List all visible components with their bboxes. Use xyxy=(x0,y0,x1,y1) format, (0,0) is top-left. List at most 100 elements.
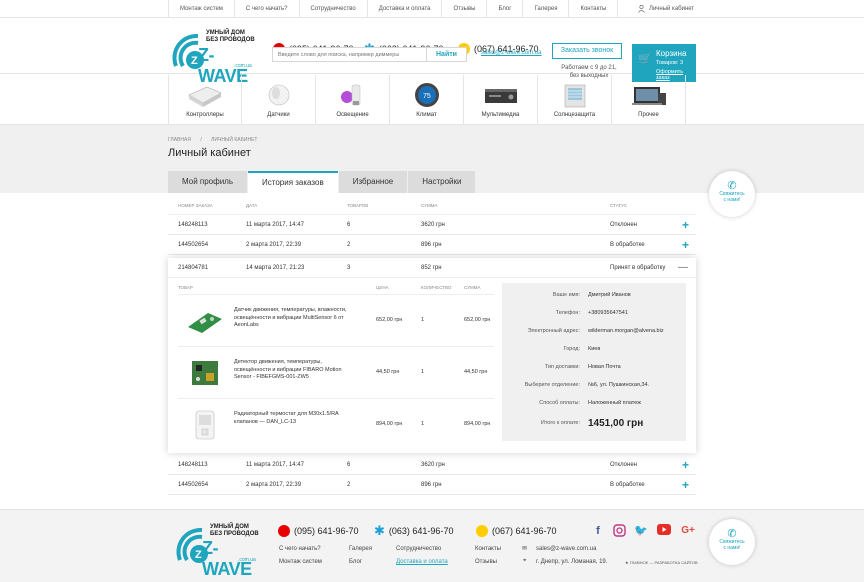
product-sum: 894,00 грн xyxy=(464,421,491,427)
product-sum: 44,50 грн xyxy=(464,369,488,375)
tab-order-history[interactable]: История заказов xyxy=(248,171,338,193)
category-sensors[interactable]: Датчики xyxy=(242,75,316,124)
top-link-blog[interactable]: Блог xyxy=(486,0,522,18)
category-lighting[interactable]: Освещение xyxy=(316,75,390,124)
top-link-partnership[interactable]: Сотрудничество xyxy=(298,0,367,18)
facebook-icon[interactable]: f xyxy=(591,524,605,538)
top-link-gallery[interactable]: Галерея xyxy=(522,0,568,18)
receiver-icon xyxy=(484,89,517,103)
product-name[interactable]: Детектор движения, температуры, освещённ… xyxy=(234,359,358,382)
contact-us-widget[interactable]: ✆ Свяжитесь с нами! xyxy=(709,171,755,217)
info-branch: Выберите отделение: №6, ул. Пушкинская,34… xyxy=(524,382,650,388)
info-email: Электронный адрес: wilderman.morgan@alven… xyxy=(527,328,664,334)
lifecell-icon xyxy=(476,525,488,537)
footer-link-blog[interactable]: Блог xyxy=(349,559,362,565)
top-link-delivery[interactable]: Доставка и оплата xyxy=(366,0,442,18)
footer-link-start[interactable]: С чего начать? xyxy=(279,546,321,552)
contact-us-widget[interactable]: ✆ Свяжитесь с нами! xyxy=(709,519,755,565)
collapse-icon[interactable]: — xyxy=(678,258,688,278)
footer-link-reviews[interactable]: Отзывы xyxy=(475,559,497,565)
location-icon: ⌖ xyxy=(523,558,527,564)
product-qty: 1 xyxy=(421,369,425,375)
twitter-icon[interactable]: 🐦 xyxy=(634,524,648,538)
callback-button[interactable]: Заказать звонок xyxy=(552,43,622,59)
search-input[interactable] xyxy=(273,48,426,61)
logo-tagline: УМНЫЙ ДОМ БЕЗ ПРОВОДОВ xyxy=(210,524,259,537)
product-image[interactable] xyxy=(184,357,226,389)
mail-icon: ✉ xyxy=(522,546,528,552)
developer-credit[interactable]: ★ ГЛАВНОЕ — РАЗРАБОТКА САЙТОВ xyxy=(625,560,698,565)
category-multimedia[interactable]: Мультимедиа xyxy=(464,75,538,124)
order-item: Радиаторный термостат для M30x1.5/RA кла… xyxy=(178,399,494,451)
footer-link-installation[interactable]: Монтаж систем xyxy=(279,559,322,565)
footer-phone-vodafone[interactable]: (095) 641-96-70 xyxy=(278,525,359,537)
vodafone-icon xyxy=(278,525,290,537)
expand-icon[interactable]: + xyxy=(682,455,689,475)
expand-icon[interactable]: + xyxy=(682,215,689,235)
footer-link-contacts[interactable]: Контакты xyxy=(475,546,501,552)
logo-domain: .com.ua xyxy=(238,557,256,563)
expand-icon[interactable]: + xyxy=(682,235,689,255)
user-icon xyxy=(638,5,645,13)
top-link-start[interactable]: С чего начать? xyxy=(233,0,299,18)
category-controllers[interactable]: Контроллеры xyxy=(168,75,242,124)
table-row[interactable]: 148248113 11 марта 2017, 14:47 6 3620 гр… xyxy=(168,215,696,235)
footer-logo[interactable]: Z УМНЫЙ ДОМ БЕЗ ПРОВОДОВ Z-WAVE .com.ua xyxy=(172,524,264,579)
account-link[interactable]: Личный кабинет xyxy=(638,0,694,18)
footer-phone-kyivstar[interactable]: ✱ (063) 641-96-70 xyxy=(374,524,453,537)
footer-link-delivery[interactable]: Доставка и оплата xyxy=(396,559,448,565)
search-button[interactable]: Найти xyxy=(426,48,466,61)
thermostat-icon: 75 xyxy=(414,83,439,107)
sensor-icon xyxy=(268,84,289,106)
logo[interactable]: Z УМНЫЙ ДОМ БЕЗ ПРОВОДОВ Z-WAVE .com.ua xyxy=(168,26,260,86)
category-other[interactable]: Прочее xyxy=(612,75,686,124)
top-link-contacts[interactable]: Контакты xyxy=(568,0,619,18)
footer-link-partnership[interactable]: Сотрудничество xyxy=(396,546,441,552)
google-plus-icon[interactable]: G+ xyxy=(681,524,695,538)
customer-info-panel: Ваше имя: Дмитрий Иванов Телефон: +3809356… xyxy=(502,283,686,441)
table-header: НОМЕР ЗАКАЗА ДАТА ТОВАРОВ СУММА СТАТУС xyxy=(168,203,696,215)
cart-title: Корзина xyxy=(656,49,687,58)
product-price: 652,00 грн xyxy=(376,317,403,323)
search-bar: Найти xyxy=(272,47,467,62)
product-name[interactable]: Радиаторный термостат для M30x1.5/RA кла… xyxy=(234,411,358,426)
tab-favorites[interactable]: Избранное xyxy=(338,171,408,193)
product-image[interactable] xyxy=(184,305,226,337)
svg-text:Z: Z xyxy=(191,55,198,67)
info-city: Город: Киев xyxy=(563,346,601,352)
category-sunprotection[interactable]: Солнцезащита xyxy=(538,75,612,124)
product-price: 44,50 грн xyxy=(376,369,400,375)
table-row[interactable]: 148248113 11 марта 2017, 14:47 6 3620 гр… xyxy=(168,455,696,475)
profile-tabs: Мой профиль История заказов Избранное На… xyxy=(168,171,476,193)
product-image[interactable] xyxy=(184,409,226,441)
product-sum: 652,00 грн xyxy=(464,317,491,323)
footer-email[interactable]: sales@z-wave.com.ua xyxy=(536,546,596,552)
page-title: Личный кабинет xyxy=(168,147,251,159)
items-header: ТОВАР ЦЕНА КОЛИЧЕСТВО СУММА xyxy=(178,283,494,295)
cart-count: Товаров: 3 xyxy=(656,60,684,66)
top-link-installation[interactable]: Монтаж систем xyxy=(168,0,234,18)
footer-address: г. Днепр, ул. Ломаная, 19. xyxy=(536,559,608,565)
tab-settings[interactable]: Настройки xyxy=(408,171,476,193)
product-name[interactable]: Датчик движения, температуры, влажности,… xyxy=(234,307,358,330)
info-name: Ваше имя: Дмитрий Иванов xyxy=(552,292,631,298)
header-email[interactable]: sales@z-wave.com.ua xyxy=(481,50,541,56)
expand-icon[interactable]: + xyxy=(682,475,689,495)
tab-profile[interactable]: Мой профиль xyxy=(168,171,248,193)
info-delivery: Тип доставки: Новая Почта xyxy=(544,364,621,370)
instagram-icon[interactable] xyxy=(612,524,626,538)
table-row[interactable]: 144502654 2 марта 2017, 22:39 2 896 грн … xyxy=(168,235,696,255)
youtube-icon[interactable] xyxy=(657,524,671,538)
category-climate[interactable]: 75 Климат xyxy=(390,75,464,124)
product-qty: 1 xyxy=(421,421,425,427)
order-item: Датчик движения, температуры, влажности,… xyxy=(178,295,494,347)
order-item: Детектор движения, температуры, освещённ… xyxy=(178,347,494,399)
table-row[interactable]: 144502654 2 марта 2017, 22:39 2 896 грн … xyxy=(168,475,696,495)
footer-link-gallery[interactable]: Галерея xyxy=(349,546,372,552)
devices-icon xyxy=(631,87,666,105)
table-row-expanded[interactable]: 214804781 14 марта 2017, 21:23 3 852 грн… xyxy=(168,258,696,278)
top-link-reviews[interactable]: Отзывы xyxy=(441,0,486,18)
breadcrumb-home[interactable]: ГЛАВНАЯ xyxy=(168,137,191,143)
footer-phone-lifecell[interactable]: (067) 641-96-70 xyxy=(476,525,557,537)
blinds-icon xyxy=(564,84,585,108)
